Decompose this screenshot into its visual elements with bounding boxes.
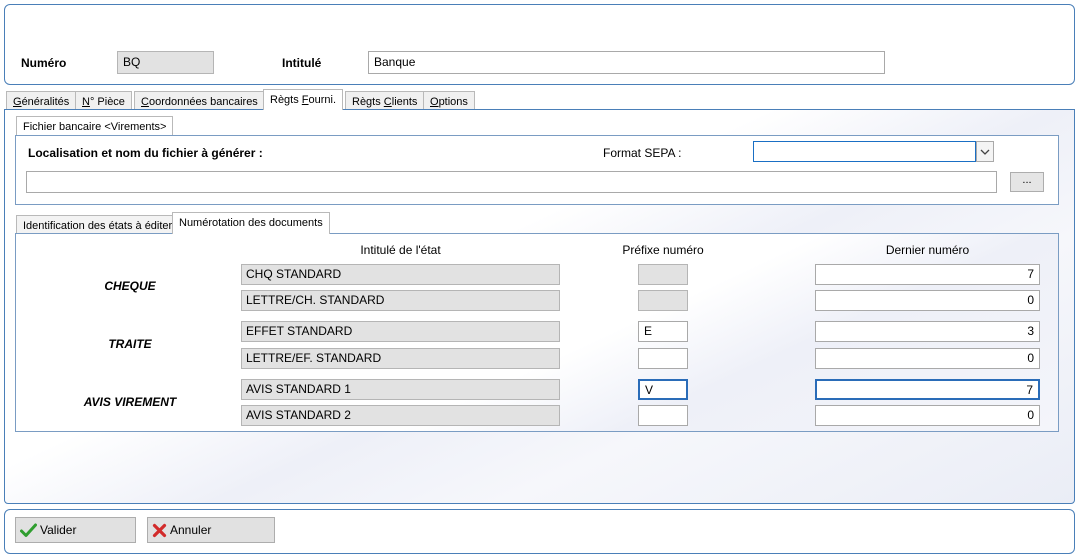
state-field[interactable]: EFFET STANDARD xyxy=(241,321,560,342)
subtab-numerotation-documents[interactable]: Numérotation des documents xyxy=(172,212,330,234)
last-number-field[interactable]: 3 xyxy=(815,321,1040,342)
sepa-dropdown-button[interactable] xyxy=(976,141,994,162)
browse-button[interactable]: ... xyxy=(1010,172,1044,192)
group-label-traite: TRAITE xyxy=(108,337,152,351)
last-number-field[interactable]: 0 xyxy=(815,290,1040,311)
tab-numero-piece[interactable]: N° Pièce xyxy=(75,91,132,110)
last-number-field[interactable]: 0 xyxy=(815,348,1040,369)
annuler-button[interactable]: Annuler xyxy=(147,517,275,543)
state-field[interactable]: AVIS STANDARD 1 xyxy=(241,379,560,400)
valider-button[interactable]: Valider xyxy=(15,517,136,543)
prefix-field[interactable] xyxy=(638,264,688,285)
state-field[interactable]: AVIS STANDARD 2 xyxy=(241,405,560,426)
tab-regts-clients[interactable]: Règts Clients xyxy=(345,91,425,110)
file-path-input[interactable] xyxy=(26,171,997,193)
tab-regts-fourni[interactable]: Règts Fourni. xyxy=(263,89,344,110)
prefix-field[interactable] xyxy=(638,290,688,311)
prefix-field[interactable] xyxy=(638,348,688,369)
intitule-field[interactable]: Banque xyxy=(368,51,885,74)
col-header-prefixe: Préfixe numéro xyxy=(622,243,704,257)
state-field[interactable]: LETTRE/CH. STANDARD xyxy=(241,290,560,311)
prefix-field[interactable] xyxy=(638,405,688,426)
annuler-label: Annuler xyxy=(170,523,212,537)
group-label-cheque: CHEQUE xyxy=(104,279,156,293)
subtab-fichier-bancaire[interactable]: Fichier bancaire <Virements> xyxy=(16,116,174,135)
prefix-field[interactable]: V xyxy=(638,379,688,400)
col-header-dernier: Dernier numéro xyxy=(885,243,970,257)
prefix-field[interactable]: E xyxy=(638,321,688,342)
chevron-down-icon xyxy=(980,149,990,155)
sepa-label: Format SEPA : xyxy=(603,146,682,160)
numero-field[interactable]: BQ xyxy=(117,51,214,74)
sepa-select[interactable] xyxy=(753,141,976,162)
numero-label: Numéro xyxy=(21,56,67,70)
last-number-field[interactable]: 7 xyxy=(815,379,1040,400)
state-field[interactable]: CHQ STANDARD xyxy=(241,264,560,285)
group-label-avis-virement: AVIS VIREMENT xyxy=(83,395,177,409)
tab-coordonnees-bancaires[interactable]: Coordonnées bancaires xyxy=(134,91,265,110)
last-number-field[interactable]: 7 xyxy=(815,264,1040,285)
intitule-label: Intitulé xyxy=(282,56,322,70)
last-number-field[interactable]: 0 xyxy=(815,405,1040,426)
check-icon xyxy=(20,523,37,537)
subtab-identification-etats[interactable]: Identification des états à éditer xyxy=(16,215,180,234)
tab-generalites[interactable]: Généralités xyxy=(6,91,77,110)
col-header-intitule: Intitulé de l'état xyxy=(360,243,441,257)
tab-options[interactable]: Options xyxy=(423,91,475,110)
state-field[interactable]: LETTRE/EF. STANDARD xyxy=(241,348,560,369)
valider-label: Valider xyxy=(40,523,77,537)
cross-icon xyxy=(152,523,167,537)
location-label: Localisation et nom du fichier à générer… xyxy=(28,146,263,160)
